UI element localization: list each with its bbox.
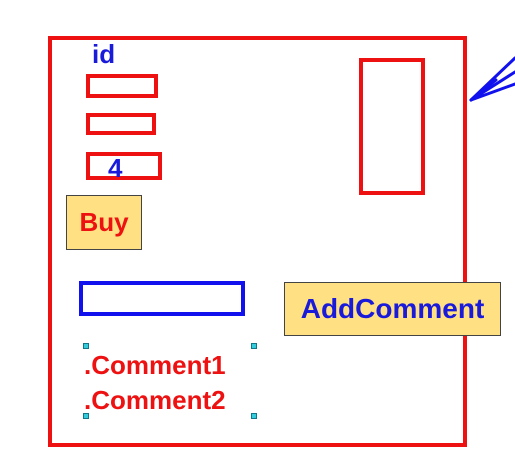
selection-handle-bottom-left[interactable]: [83, 413, 89, 419]
quantity-value: 4: [108, 153, 123, 183]
buy-button[interactable]: Buy: [66, 195, 142, 250]
id-label: id: [92, 39, 116, 69]
product-name-field[interactable]: [86, 74, 158, 98]
arrow-pointer-icon: [469, 56, 515, 102]
quantity-field[interactable]: [86, 152, 162, 180]
selection-handle-bottom-right[interactable]: [251, 413, 257, 419]
product-price-field[interactable]: [86, 113, 156, 135]
comment-input[interactable]: [79, 281, 245, 316]
add-comment-button[interactable]: AddComment: [284, 282, 501, 336]
product-image-placeholder: [359, 58, 425, 195]
comment-item-1: .Comment1: [84, 350, 226, 380]
selection-handle-top-right[interactable]: [251, 343, 257, 349]
comment-item-2: .Comment2: [84, 385, 226, 415]
selection-handle-top-left[interactable]: [83, 343, 89, 349]
